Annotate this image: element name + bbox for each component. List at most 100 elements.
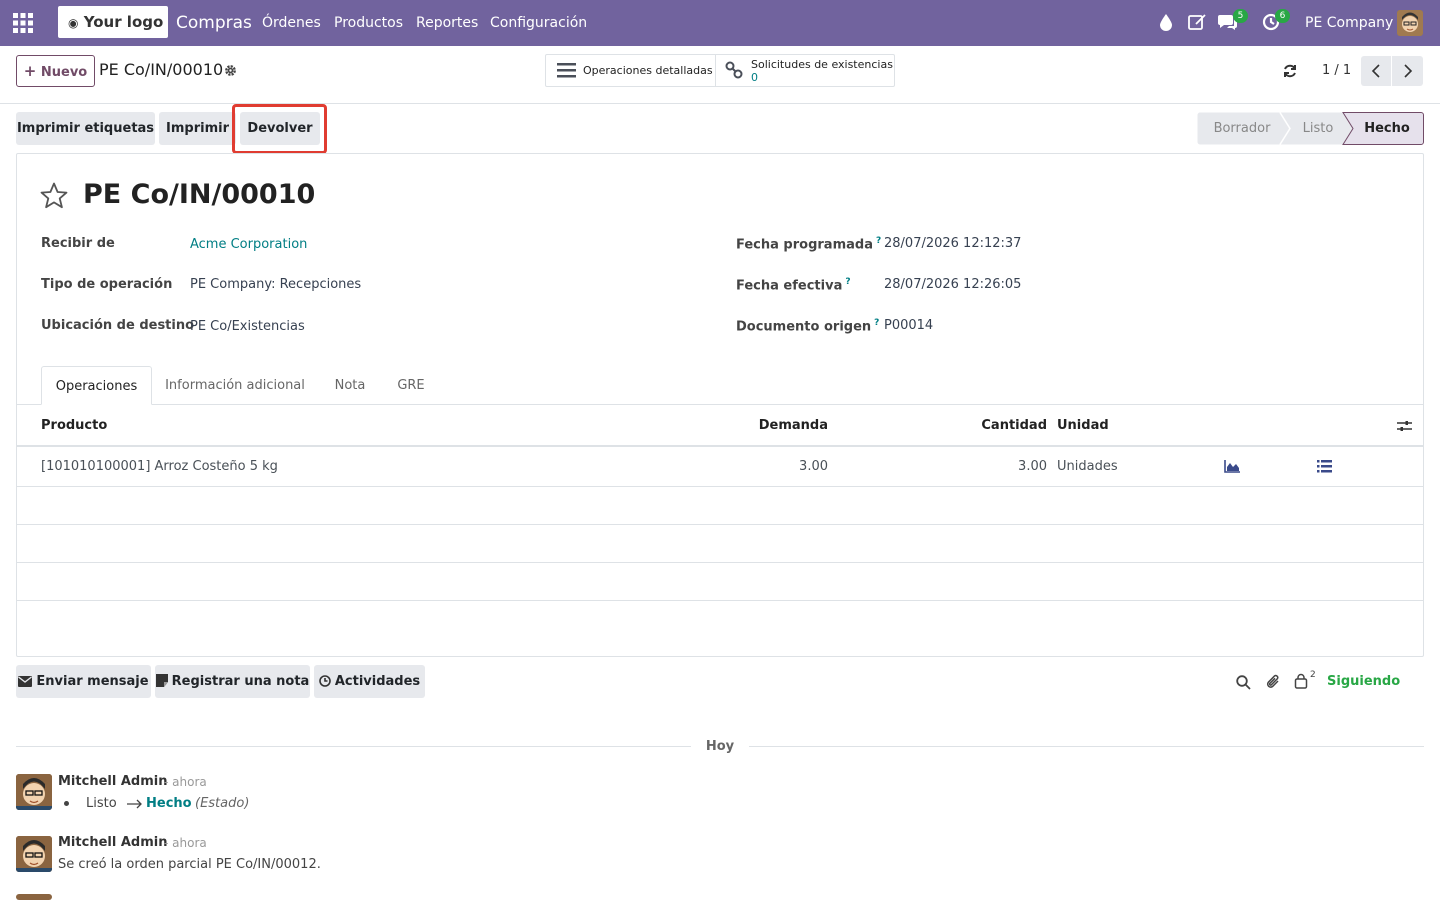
detailed-ops-label: Operaciones detalladas	[583, 64, 713, 77]
drop-icon[interactable]	[1160, 14, 1172, 31]
forecast-chart-icon[interactable]	[1224, 460, 1240, 473]
detailed-operations-icon[interactable]	[1317, 460, 1332, 473]
field-label-destination: Ubicación de destino	[41, 318, 195, 333]
menu-reportes[interactable]: Reportes	[416, 0, 478, 46]
arrow-right-icon	[127, 799, 143, 809]
new-button[interactable]: + Nuevo	[16, 55, 95, 87]
optional-columns-icon[interactable]	[1397, 419, 1412, 433]
company-switcher[interactable]: PE Company	[1305, 0, 1393, 46]
user-avatar[interactable]	[1397, 10, 1423, 36]
log-note-button[interactable]: Registrar una nota	[155, 665, 310, 698]
column-header-demand[interactable]: Demanda	[700, 405, 828, 446]
following-button[interactable]: Siguiendo	[1327, 674, 1400, 689]
plus-icon: +	[23, 62, 37, 80]
field-label-origin: Documento origen?	[736, 318, 879, 334]
status-ready[interactable]: Listo	[1289, 111, 1347, 147]
clock-icon	[319, 675, 331, 687]
field-value-scheduled-date[interactable]: 28/07/2026 12:12:37	[884, 236, 1021, 251]
column-header-product[interactable]: Producto	[41, 405, 107, 446]
field-value-partner[interactable]: Acme Corporation	[190, 237, 307, 252]
column-header-quantity[interactable]: Cantidad	[920, 405, 1047, 446]
table-row[interactable]: [101010100001] Arroz Costeño 5 kg 3.00 3…	[17, 447, 1423, 487]
company-logo[interactable]: ◉ Your logo	[58, 6, 168, 38]
field-value-destination[interactable]: PE Co/Existencias	[190, 319, 305, 334]
cell-demand: 3.00	[799, 459, 828, 474]
log-note-label: Registrar una nota	[171, 674, 310, 689]
followers-count: 2	[1310, 670, 1316, 680]
message-author[interactable]: Mitchell Admin	[58, 835, 167, 850]
table-row-empty	[17, 525, 1423, 563]
activities-label: Actividades	[334, 674, 421, 689]
print-labels-button[interactable]: Imprimir etiquetas	[16, 112, 155, 145]
pager-previous-button[interactable]	[1361, 56, 1391, 86]
column-header-unit[interactable]: Unidad	[1057, 405, 1109, 446]
pager-next-button[interactable]	[1392, 56, 1423, 86]
star-icon[interactable]	[40, 182, 68, 209]
field-label-effective-date: Fecha efectiva?	[736, 277, 851, 293]
tab-operations[interactable]: Operaciones	[41, 366, 152, 405]
note-icon	[155, 674, 168, 687]
paperclip-icon[interactable]	[1266, 673, 1281, 690]
menu-productos[interactable]: Productos	[334, 0, 403, 46]
cell-quantity: 3.00	[1018, 459, 1047, 474]
tab-note[interactable]: Nota	[324, 366, 376, 405]
help-icon[interactable]: ?	[874, 318, 879, 328]
help-icon[interactable]: ?	[876, 236, 881, 246]
field-value-origin[interactable]: P00014	[884, 318, 933, 333]
smart-button-stock-requests[interactable]: Solicitudes de existencias 0	[717, 55, 894, 86]
message-author[interactable]: Mitchell Admin	[58, 774, 167, 789]
new-button-label: Nuevo	[40, 65, 88, 80]
tab-additional-info[interactable]: Información adicional	[158, 366, 312, 405]
envelope-icon	[18, 676, 33, 687]
status-done[interactable]: Hecho	[1353, 111, 1421, 147]
send-message-button[interactable]: Enviar mensaje	[16, 665, 151, 698]
app-name[interactable]: Compras	[176, 0, 252, 46]
activities-button[interactable]: Actividades	[314, 665, 425, 698]
message-author-avatar-partial[interactable]	[16, 894, 52, 900]
return-button[interactable]: Devolver	[240, 112, 320, 145]
logo-text: Your logo	[83, 13, 164, 31]
breadcrumb: PE Co/IN/00010	[99, 60, 224, 79]
top-navbar: ◉ Your logo Compras Órdenes Productos Re…	[0, 0, 1440, 46]
message-time: - ahora	[164, 775, 207, 789]
refresh-icon[interactable]	[1283, 64, 1297, 78]
message-author-avatar[interactable]	[16, 836, 52, 872]
separator-line-right	[749, 746, 1424, 747]
message-author-avatar[interactable]	[16, 774, 52, 810]
field-label-partner: Recibir de	[41, 236, 115, 251]
origin-label-text: Documento origen	[736, 319, 872, 335]
record-title: PE Co/IN/00010	[83, 179, 316, 210]
field-value-operation-type[interactable]: PE Company: Recepciones	[190, 277, 361, 292]
camera-icon: ◉	[68, 16, 79, 30]
tab-gre[interactable]: GRE	[388, 366, 434, 405]
menu-configuracion[interactable]: Configuración	[490, 0, 587, 46]
tracking-field: (Estado)	[195, 796, 250, 811]
field-label-operation-type: Tipo de operación	[41, 277, 173, 292]
help-icon[interactable]: ?	[845, 277, 850, 287]
send-message-label: Enviar mensaje	[36, 674, 149, 689]
bullet-icon	[64, 801, 69, 806]
smart-button-detailed-ops[interactable]: Operaciones detalladas	[546, 55, 716, 86]
message-body: Se creó la orden parcial PE Co/IN/00012.	[58, 857, 321, 872]
stock-requests-label: Solicitudes de existencias	[751, 58, 893, 71]
edit-icon[interactable]	[1188, 13, 1207, 31]
print-button[interactable]: Imprimir	[159, 112, 236, 145]
statusbar: Borrador Listo Hecho	[1197, 112, 1424, 145]
messages-badge: 5	[1233, 9, 1248, 23]
pager-value[interactable]: 1 / 1	[1322, 63, 1351, 78]
tracking-old-value: Listo	[86, 796, 117, 811]
stock-requests-value: 0	[751, 71, 758, 84]
status-draft[interactable]: Borrador	[1197, 111, 1287, 147]
date-separator: Hoy	[705, 739, 735, 754]
search-icon[interactable]	[1236, 675, 1251, 690]
message-time: - ahora	[164, 836, 207, 850]
apps-menu-icon[interactable]	[13, 13, 33, 33]
followers-icon[interactable]	[1294, 673, 1308, 689]
separator-line-left	[16, 746, 691, 747]
field-value-effective-date[interactable]: 28/07/2026 12:26:05	[884, 277, 1021, 292]
table-row-empty	[17, 487, 1423, 525]
table-row-empty	[17, 563, 1423, 601]
field-label-scheduled-date: Fecha programada?	[736, 236, 881, 252]
gear-icon[interactable]	[224, 64, 237, 77]
menu-ordenes[interactable]: Órdenes	[262, 0, 321, 46]
